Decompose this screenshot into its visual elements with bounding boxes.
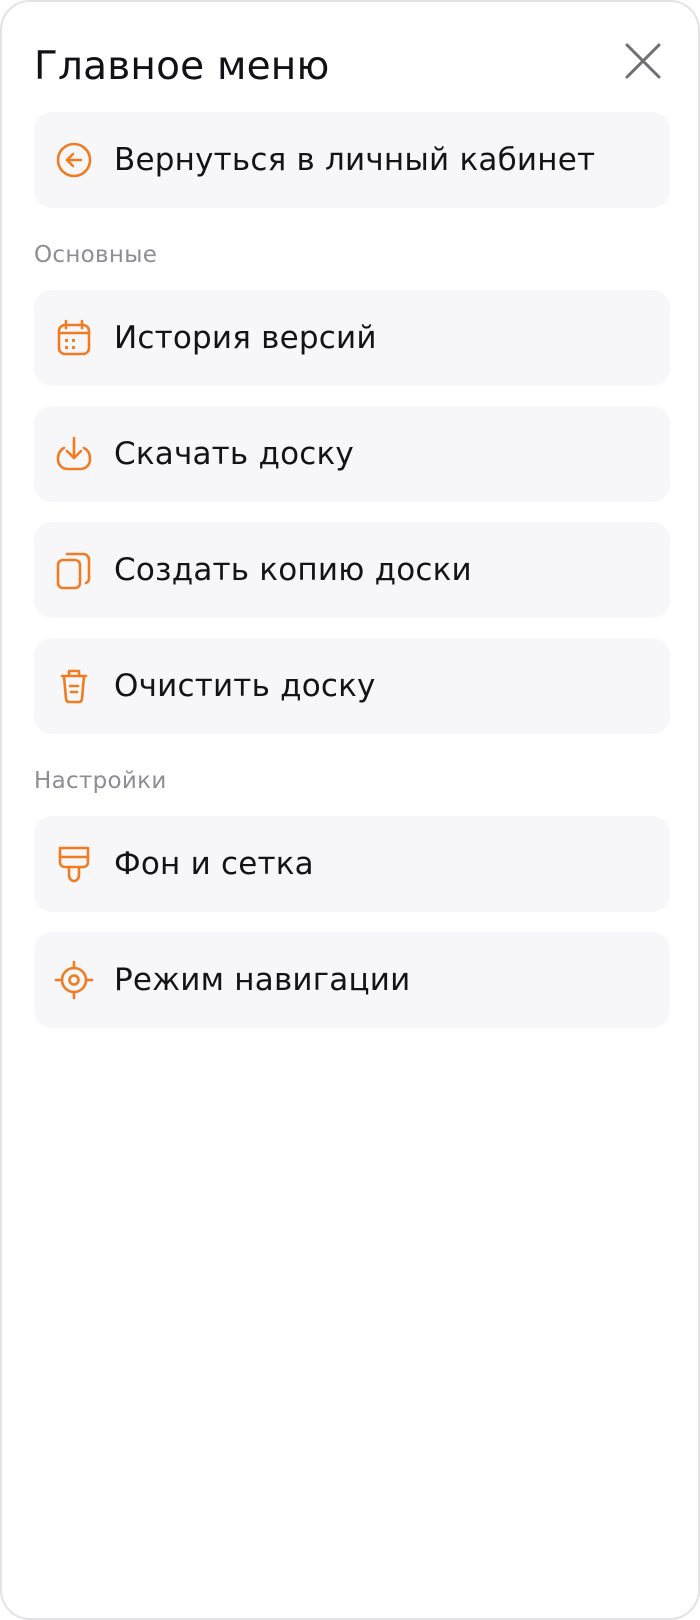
section-title-main: Основные	[34, 242, 158, 268]
back-to-account-button[interactable]: Вернуться в личный кабинет	[34, 112, 670, 208]
download-icon	[54, 434, 94, 474]
target-icon	[54, 960, 94, 1000]
calendar-icon	[54, 318, 94, 358]
version-history-label: История версий	[114, 320, 377, 356]
trash-icon	[54, 666, 94, 706]
background-grid-label: Фон и сетка	[114, 846, 314, 882]
navigation-mode-button[interactable]: Режим навигации	[34, 932, 670, 1028]
section-title-settings: Настройки	[34, 768, 167, 794]
download-board-button[interactable]: Скачать доску	[34, 406, 670, 502]
clear-board-button[interactable]: Очистить доску	[34, 638, 670, 734]
back-to-account-label: Вернуться в личный кабинет	[114, 142, 596, 178]
download-board-label: Скачать доску	[114, 436, 354, 472]
copy-board-label: Создать копию доски	[114, 552, 472, 588]
menu-title: Главное меню	[34, 44, 330, 89]
copy-icon	[54, 550, 94, 590]
close-button[interactable]	[622, 40, 664, 82]
main-menu-panel: Главное меню Вернуться в личный кабинет …	[0, 0, 700, 1620]
menu-header: Главное меню	[34, 36, 674, 92]
clear-board-label: Очистить доску	[114, 668, 376, 704]
navigation-mode-label: Режим навигации	[114, 962, 411, 998]
arrow-left-circle-icon	[54, 140, 94, 180]
copy-board-button[interactable]: Создать копию доски	[34, 522, 670, 618]
background-grid-button[interactable]: Фон и сетка	[34, 816, 670, 912]
paint-brush-icon	[54, 844, 94, 884]
close-icon	[625, 43, 661, 79]
version-history-button[interactable]: История версий	[34, 290, 670, 386]
